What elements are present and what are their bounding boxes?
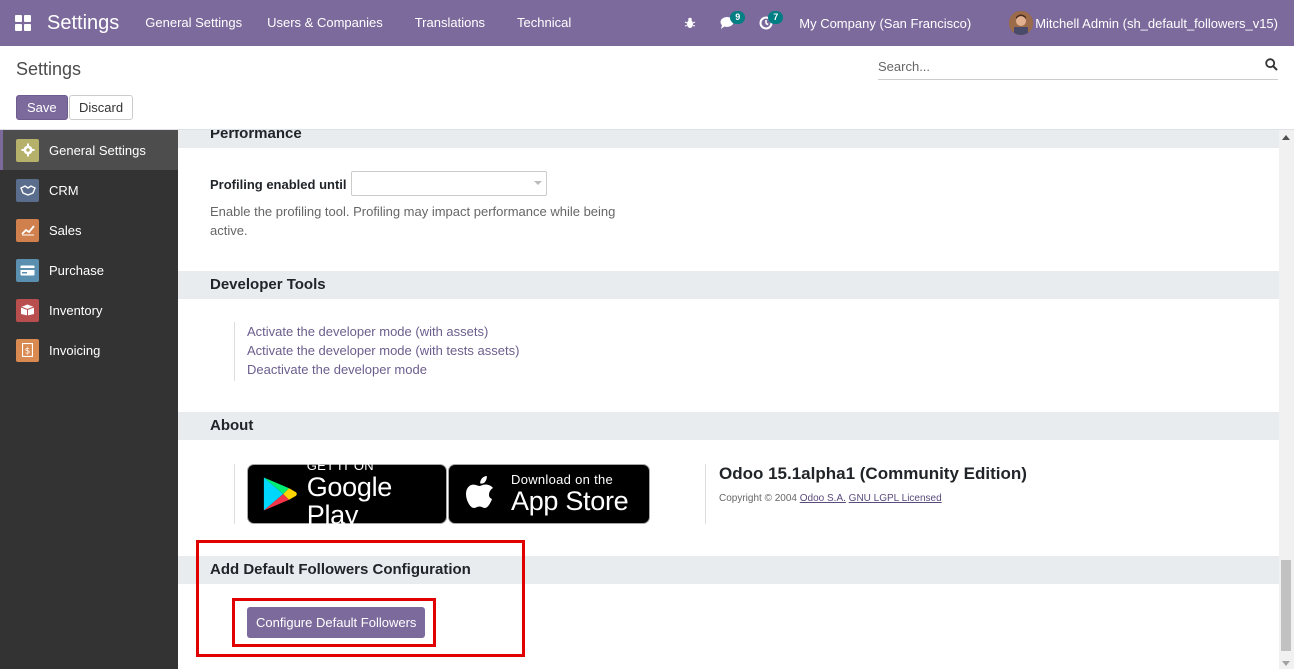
- activities-count-badge: 7: [768, 11, 784, 24]
- sidebar-item-label: Purchase: [49, 262, 104, 278]
- user-menu[interactable]: Mitchell Admin (sh_default_followers_v15…: [1009, 11, 1278, 35]
- top-navbar: Settings General Settings Users & Compan…: [0, 0, 1294, 46]
- section-header-about: About: [178, 412, 1279, 440]
- discard-button[interactable]: Discard: [69, 95, 134, 120]
- activate-dev-mode-tests-link[interactable]: Activate the developer mode (with tests …: [247, 341, 519, 360]
- license-link[interactable]: GNU LGPL Licensed: [849, 493, 942, 504]
- apps-menu-icon[interactable]: [0, 0, 46, 46]
- app-store-big-text: App Store: [511, 486, 629, 516]
- debug-bug-icon[interactable]: [671, 0, 709, 46]
- odoo-sa-link[interactable]: Odoo S.A.: [800, 493, 846, 504]
- scroll-thumb[interactable]: [1281, 560, 1291, 651]
- messages-count-badge: 9: [730, 11, 746, 24]
- search-box: [878, 54, 1278, 80]
- section-header-default-followers: Add Default Followers Configuration: [178, 556, 1279, 584]
- about-store-divider: [234, 464, 235, 524]
- company-switcher[interactable]: My Company (San Francisco): [799, 16, 971, 31]
- settings-sidebar: General Settings CRM Sales Purchase Inve…: [0, 130, 178, 669]
- save-button[interactable]: Save: [16, 95, 68, 120]
- activate-dev-mode-assets-link[interactable]: Activate the developer mode (with assets…: [247, 322, 519, 341]
- navbar-systray: 9 7 My Company (San Francisco) Mitchell …: [671, 0, 1294, 46]
- user-avatar: [1009, 11, 1034, 35]
- box-icon: [16, 298, 39, 322]
- section-header-developer-tools: Developer Tools: [178, 271, 1279, 299]
- menu-general-settings[interactable]: General Settings: [133, 0, 254, 46]
- about-version-block: Odoo 15.1alpha1 (Community Edition) Copy…: [705, 464, 1027, 524]
- scroll-up-arrow-icon[interactable]: [1282, 135, 1290, 140]
- sidebar-item-crm[interactable]: CRM: [0, 170, 178, 210]
- main-scrollbar[interactable]: [1279, 130, 1294, 669]
- credit-card-icon: [16, 258, 39, 282]
- handshake-icon: [16, 178, 39, 202]
- app-brand[interactable]: Settings: [47, 12, 119, 35]
- sidebar-item-label: Invoicing: [49, 342, 101, 358]
- google-play-small-text: GET IT ON: [306, 458, 374, 473]
- sidebar-item-invoicing[interactable]: $ Invoicing: [0, 330, 178, 370]
- messages-chat-icon[interactable]: 9: [709, 0, 747, 46]
- google-play-big-text: Google Play: [306, 472, 393, 530]
- chart-line-icon: [16, 218, 39, 242]
- sidebar-item-label: CRM: [49, 182, 79, 198]
- section-header-performance: Performance: [178, 130, 1279, 148]
- odoo-version: Odoo 15.1alpha1 (Community Edition): [719, 464, 1027, 483]
- app-store-small-text: Download on the: [511, 472, 614, 487]
- configure-default-followers-button[interactable]: Configure Default Followers: [247, 607, 426, 638]
- sidebar-item-inventory[interactable]: Inventory: [0, 290, 178, 330]
- control-panel: Settings Save Discard: [0, 46, 1294, 130]
- menu-users-companies[interactable]: Users & Companies: [254, 0, 399, 46]
- search-input[interactable]: [878, 54, 1248, 78]
- menu-technical[interactable]: Technical: [501, 0, 583, 46]
- google-play-badge[interactable]: GET IT ON Google Play: [247, 459, 447, 529]
- app-store-badge[interactable]: Download on the App Store: [448, 464, 650, 524]
- search-icon[interactable]: [1265, 58, 1278, 74]
- sidebar-item-label: Sales: [49, 222, 82, 238]
- sidebar-item-purchase[interactable]: Purchase: [0, 250, 178, 290]
- apple-icon: [466, 476, 493, 508]
- copyright-text: Copyright © 2004 Odoo S.A. GNU LGPL Lice…: [719, 493, 942, 504]
- settings-main-content: Performance Profiling enabled until Enab…: [178, 130, 1294, 669]
- invoice-icon: $: [16, 338, 39, 362]
- google-play-icon: [263, 477, 297, 511]
- user-name: Mitchell Admin (sh_default_followers_v15…: [1035, 15, 1278, 31]
- sidebar-item-general-settings[interactable]: General Settings: [0, 130, 178, 170]
- chevron-down-icon: [534, 181, 542, 185]
- profiling-date-input[interactable]: [351, 171, 547, 196]
- developer-links: Activate the developer mode (with assets…: [234, 322, 519, 381]
- sidebar-item-sales[interactable]: Sales: [0, 210, 178, 250]
- deactivate-dev-mode-link[interactable]: Deactivate the developer mode: [247, 360, 519, 379]
- profiling-help-text: Enable the profiling tool. Profiling may…: [210, 204, 616, 238]
- gear-icon: [16, 138, 39, 162]
- sidebar-item-label: General Settings: [49, 142, 146, 158]
- scroll-down-arrow-icon[interactable]: [1282, 661, 1290, 666]
- menu-translations[interactable]: Translations: [399, 0, 501, 46]
- svg-text:$: $: [25, 347, 31, 357]
- sidebar-item-label: Inventory: [49, 302, 103, 318]
- profiling-label: Profiling enabled until: [210, 177, 347, 192]
- activities-clock-icon[interactable]: 7: [747, 0, 785, 46]
- page-title: Settings: [16, 59, 82, 79]
